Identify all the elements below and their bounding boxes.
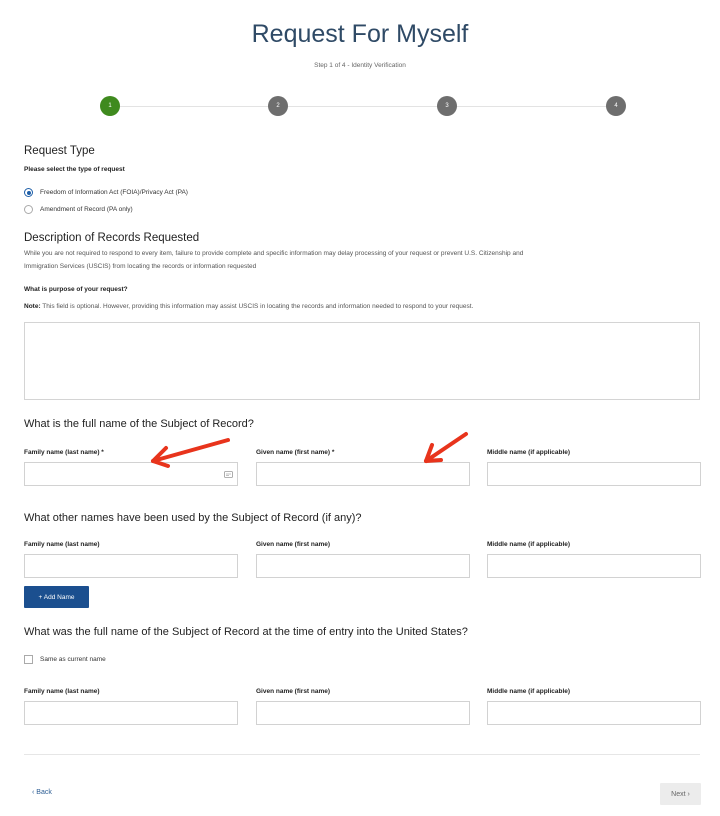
page-title: Request For Myself <box>251 20 469 48</box>
radio-label-amendment: Amendment of Record (PA only) <box>40 206 133 213</box>
description-text-line-2: Immigration Services (USCIS) from locati… <box>24 263 257 270</box>
annotation-arrows <box>151 432 468 468</box>
full-name-question: What is the full name of the Subject of … <box>24 418 254 430</box>
entry-middle-name-input[interactable] <box>487 701 701 725</box>
add-name-button[interactable]: + Add Name <box>24 586 89 608</box>
entry-middle-name-label: Middle name (if applicable) <box>487 688 571 695</box>
note-text: This field is optional. However, providi… <box>40 303 474 310</box>
family-name-label: Family name (last name) * <box>24 449 104 456</box>
other-family-name-label: Family name (last name) <box>24 541 100 548</box>
other-names-question: What other names have been used by the S… <box>24 512 362 524</box>
other-given-name-label: Given name (first name) <box>256 541 331 548</box>
purpose-note: Note: This field is optional. However, p… <box>24 300 700 313</box>
progress-line <box>110 106 616 107</box>
entry-given-name-input[interactable] <box>256 701 470 725</box>
same-as-current-option[interactable]: Same as current name <box>24 655 106 664</box>
entry-name-question: What was the full name of the Subject of… <box>24 626 468 638</box>
description-text: While you are not required to respond to… <box>24 247 700 273</box>
autofill-card-icon <box>224 471 233 478</box>
step-indicator-text: Step 1 of 4 - Identity Verification <box>314 62 406 69</box>
description-heading: Description of Records Requested <box>24 232 200 244</box>
other-middle-name-label: Middle name (if applicable) <box>487 541 571 548</box>
step-4: 4 <box>606 96 626 116</box>
purpose-textarea[interactable] <box>24 322 700 400</box>
annotation-arrow-right <box>424 432 468 463</box>
footer-divider <box>24 754 700 755</box>
request-type-prompt: Please select the type of request <box>24 166 125 173</box>
step-1: 1 <box>100 96 120 116</box>
next-button[interactable]: Next › <box>660 783 701 805</box>
entry-given-name-label: Given name (first name) <box>256 688 331 695</box>
radio-button-foia[interactable] <box>24 188 33 197</box>
radio-option-foia[interactable]: Freedom of Information Act (FOIA)/Privac… <box>24 188 188 197</box>
entry-family-name-input[interactable] <box>24 701 238 725</box>
same-as-current-checkbox[interactable] <box>24 655 33 664</box>
step-2: 2 <box>268 96 288 116</box>
given-name-input[interactable] <box>256 462 470 486</box>
other-given-name-input[interactable] <box>256 554 470 578</box>
request-type-heading: Request Type <box>24 145 95 157</box>
radio-option-amendment[interactable]: Amendment of Record (PA only) <box>24 205 133 214</box>
radio-button-amendment[interactable] <box>24 205 33 214</box>
family-name-input[interactable] <box>24 462 238 486</box>
back-link[interactable]: ‹ Back <box>32 789 52 796</box>
note-label: Note: <box>24 303 41 310</box>
other-middle-name-input[interactable] <box>487 554 701 578</box>
middle-name-label: Middle name (if applicable) <box>487 449 571 456</box>
description-text-line-1: While you are not required to respond to… <box>24 250 524 257</box>
other-family-name-input[interactable] <box>24 554 238 578</box>
given-name-label: Given name (first name) * <box>256 449 335 456</box>
radio-label-foia: Freedom of Information Act (FOIA)/Privac… <box>40 189 188 196</box>
step-3: 3 <box>437 96 457 116</box>
entry-family-name-label: Family name (last name) <box>24 688 100 695</box>
middle-name-input[interactable] <box>487 462 701 486</box>
same-as-current-label: Same as current name <box>40 656 106 663</box>
purpose-label: What is purpose of your request? <box>24 286 128 293</box>
